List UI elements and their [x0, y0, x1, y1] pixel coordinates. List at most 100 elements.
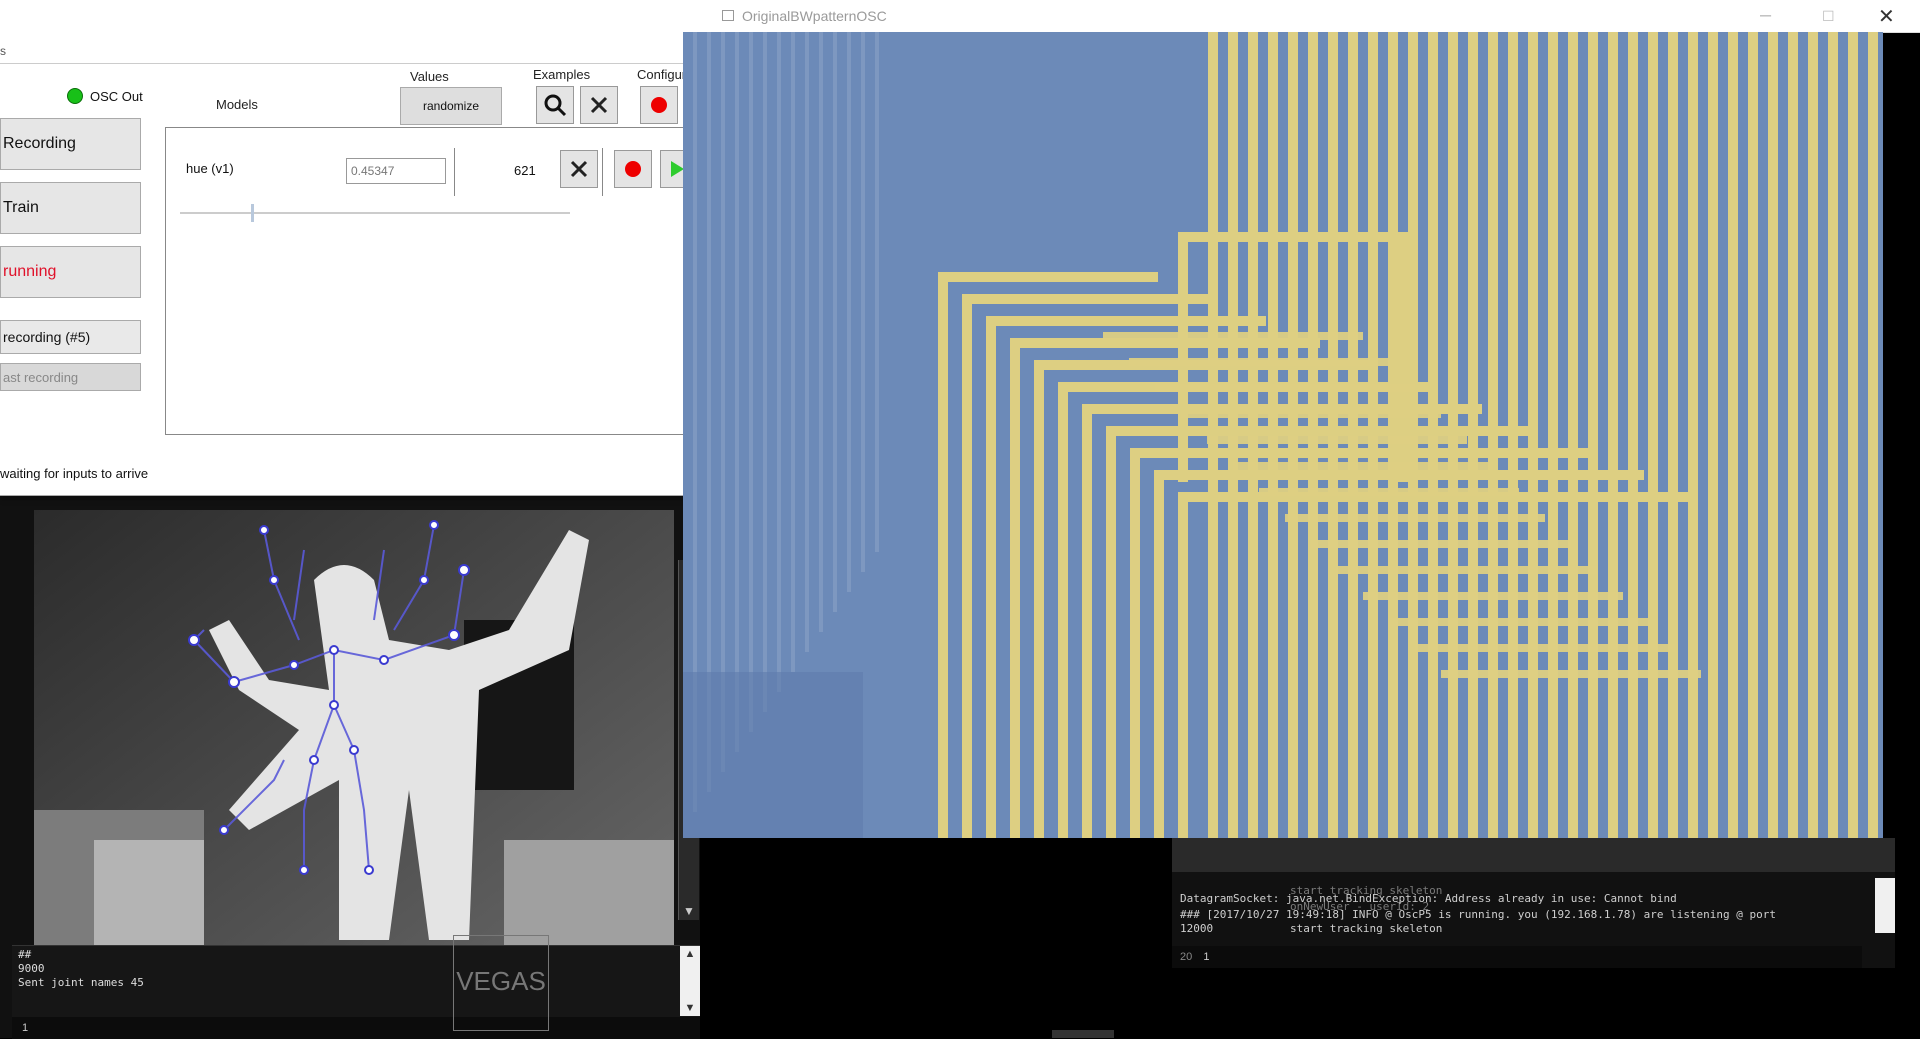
pattern-stripe	[1568, 32, 1578, 838]
run-button[interactable]: running	[0, 246, 141, 298]
models-header: Models	[216, 97, 258, 112]
console-line: 9000	[18, 962, 45, 975]
console-toolbar	[1172, 838, 1895, 872]
scroll-down-icon[interactable]: ▼	[679, 902, 699, 920]
randomize-button[interactable]: randomize	[400, 87, 502, 125]
console-scrollbar[interactable]: ▲ ▼	[680, 946, 700, 1016]
pattern-stripe	[1688, 32, 1698, 838]
pattern-stripe	[847, 32, 851, 592]
delete-recording-button[interactable]: recording (#5)	[0, 320, 141, 354]
pattern-stripe	[1398, 232, 1408, 482]
pattern-stripe	[1207, 436, 1467, 444]
model-record-button[interactable]	[614, 150, 652, 188]
scroll-up-icon[interactable]: ▲	[680, 948, 700, 960]
console-line: ##	[18, 948, 32, 961]
pattern-stripe	[1178, 232, 1408, 242]
play-icon	[670, 161, 684, 177]
pattern-stripe	[1259, 488, 1519, 496]
pattern-stripe	[1106, 426, 1536, 436]
pattern-stripe	[938, 272, 948, 838]
maximize-icon[interactable]: ☐	[1822, 8, 1835, 25]
pattern-stripe	[1708, 32, 1718, 838]
console-line: DatagramSocket: java.net.BindException: …	[1180, 892, 1677, 905]
value-slider[interactable]	[180, 212, 570, 214]
pattern-stripe	[1668, 32, 1678, 838]
footer-number: 1	[1203, 951, 1210, 963]
window-titlebar: s	[0, 0, 712, 60]
pattern-stripe	[1285, 514, 1545, 522]
models-panel: hue (v1) 621	[165, 127, 713, 435]
pattern-stripe	[1768, 32, 1778, 838]
pattern-stripe	[1441, 670, 1701, 678]
pattern-stripe	[1628, 32, 1638, 838]
button-label: Recording	[3, 135, 76, 152]
record-all-button[interactable]	[640, 86, 678, 124]
pattern-stripe	[1648, 32, 1658, 838]
pattern-stripe	[1130, 448, 1590, 458]
pattern-stripe	[721, 32, 725, 772]
pattern-stripe	[1103, 332, 1363, 340]
console-footer: 20 1	[1172, 946, 1862, 968]
console-line: Sent joint names 45	[18, 976, 144, 989]
pattern-stripe	[861, 32, 865, 572]
osc-out-label: OSC Out	[90, 89, 143, 104]
minimize-icon[interactable]: –	[1760, 4, 1771, 27]
pattern-stripe	[1129, 358, 1389, 366]
pattern-stripe	[1808, 32, 1818, 838]
status-message: waiting for inputs to arrive	[0, 466, 149, 481]
pattern-stripe	[1868, 32, 1878, 838]
slider-thumb[interactable]	[250, 204, 254, 222]
scroll-down-icon[interactable]: ▼	[680, 1002, 700, 1014]
record-icon	[651, 97, 667, 113]
pattern-stripe	[833, 32, 837, 612]
pattern-stripe	[962, 294, 972, 838]
record-icon	[625, 161, 641, 177]
pattern-stripe	[1728, 32, 1738, 838]
console-line: ### [2017/10/27 19:49:18] INFO @ OscP5 i…	[1180, 908, 1777, 921]
pattern-stripe	[777, 32, 781, 692]
console-scrollbar[interactable]	[1875, 878, 1895, 933]
pattern-stripe	[763, 32, 767, 712]
examples-header: Examples	[533, 67, 591, 82]
pattern-canvas	[683, 32, 1883, 838]
view-examples-button[interactable]	[536, 86, 574, 124]
pattern-stripe	[1788, 32, 1798, 838]
model-value-field[interactable]	[346, 158, 446, 184]
pattern-stripe	[1828, 32, 1838, 838]
window-title: s	[0, 44, 6, 58]
pattern-stripe	[1178, 232, 1188, 482]
pattern-stripe	[1311, 540, 1571, 548]
pattern-stripe	[1588, 32, 1598, 838]
pattern-stripe	[1748, 32, 1758, 838]
delete-model-examples-button[interactable]	[560, 150, 598, 188]
pattern-stripe	[1178, 492, 1188, 838]
close-icon[interactable]: ✕	[1878, 4, 1895, 29]
button-label: running	[3, 263, 57, 280]
pattern-stripe	[791, 32, 795, 672]
footer-label: 20	[1180, 951, 1193, 963]
pattern-stripe	[1181, 410, 1441, 418]
delete-all-examples-button[interactable]	[580, 86, 618, 124]
pattern-stripe	[986, 316, 1266, 326]
pattern-stripe	[819, 32, 823, 632]
pattern-stripe	[938, 272, 1158, 282]
pattern-window-title: OriginalBWpatternOSC	[742, 8, 887, 24]
pattern-stripe	[1154, 470, 1164, 838]
pattern-stripe	[1548, 32, 1558, 838]
pattern-stripe	[1155, 384, 1415, 392]
button-label: recording (#5)	[3, 329, 91, 345]
pattern-stripe	[1389, 618, 1649, 626]
train-button[interactable]: Train	[0, 182, 141, 234]
re-add-last-recording-button[interactable]: ast recording	[0, 363, 141, 391]
start-recording-button[interactable]: Recording	[0, 118, 141, 170]
taskbar-thumbnail[interactable]	[1052, 1030, 1114, 1038]
pattern-stripe	[1010, 338, 1020, 838]
pattern-window-titlebar: OriginalBWpatternOSC – ☐ ✕	[712, 0, 1920, 33]
pattern-stripe	[805, 32, 809, 652]
wekinator-window: s OSC Out Recording Train running record…	[0, 0, 713, 496]
close-icon	[590, 96, 608, 114]
model-name: hue (v1)	[186, 161, 234, 176]
button-label: randomize	[422, 99, 480, 113]
pattern-stripe	[1848, 32, 1858, 838]
pattern-stripe	[1415, 644, 1675, 652]
